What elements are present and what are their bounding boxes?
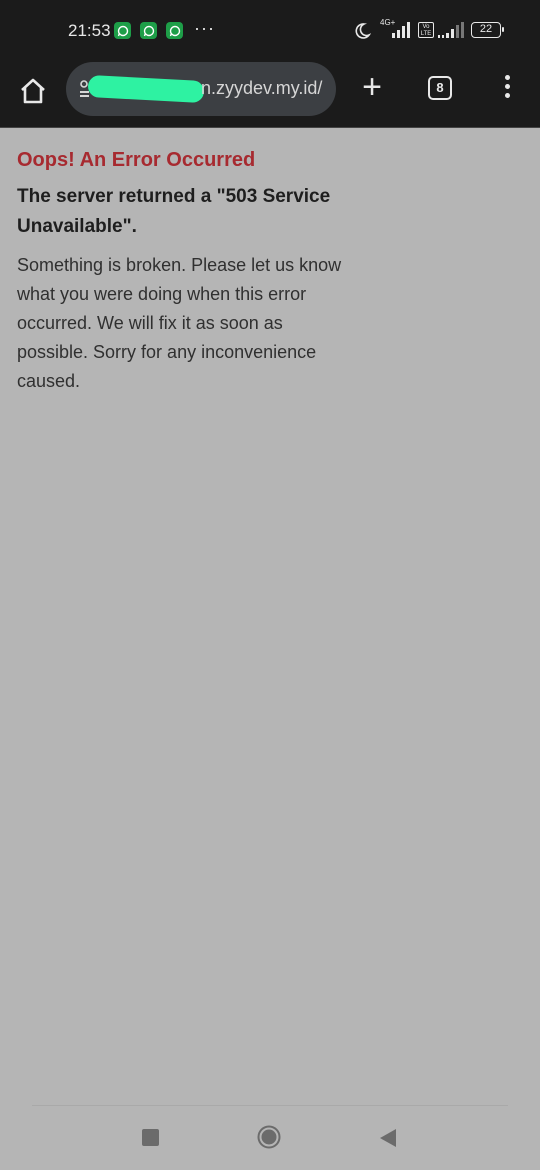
error-subheading: The server returned a "503 Service Unava…	[17, 186, 331, 237]
whatsapp-icon	[140, 22, 157, 39]
recents-icon[interactable]	[142, 1129, 159, 1146]
nav-bar-divider	[32, 1105, 508, 1106]
error-page-content: Oops! An Error Occurred The server retur…	[17, 146, 347, 396]
url-text: n.zyydev.my.id/	[201, 78, 323, 98]
do-not-disturb-moon-icon	[355, 23, 371, 39]
notification-icons	[114, 22, 183, 39]
home-icon[interactable]	[257, 1125, 281, 1149]
back-icon[interactable]	[379, 1128, 397, 1148]
signal-strength-icon	[392, 22, 410, 38]
signal-strength-2-icon	[438, 22, 464, 38]
volte-badge: Vo LTE	[418, 22, 434, 38]
browser-toolbar: n.zyydev.my.id/ + 8	[0, 60, 540, 128]
battery-indicator: 22	[471, 22, 504, 38]
status-time: 21:53	[68, 21, 111, 40]
whatsapp-icon	[166, 22, 183, 39]
whatsapp-icon	[114, 22, 131, 39]
new-tab-button[interactable]: +	[357, 70, 387, 105]
url-redaction-mark	[87, 74, 205, 104]
error-heading: Oops! An Error Occurred	[17, 149, 256, 171]
status-bar: 21:53 ··· 4G+ Vo LTE 22	[0, 0, 540, 60]
address-bar[interactable]: n.zyydev.my.id/	[66, 62, 336, 116]
more-notifications-indicator: ···	[194, 18, 215, 38]
home-icon[interactable]	[17, 75, 49, 107]
more-vert-icon[interactable]	[497, 75, 517, 105]
error-body-text: Something is broken. Please let us know …	[17, 255, 342, 391]
tab-switcher-button[interactable]: 8	[428, 76, 452, 100]
